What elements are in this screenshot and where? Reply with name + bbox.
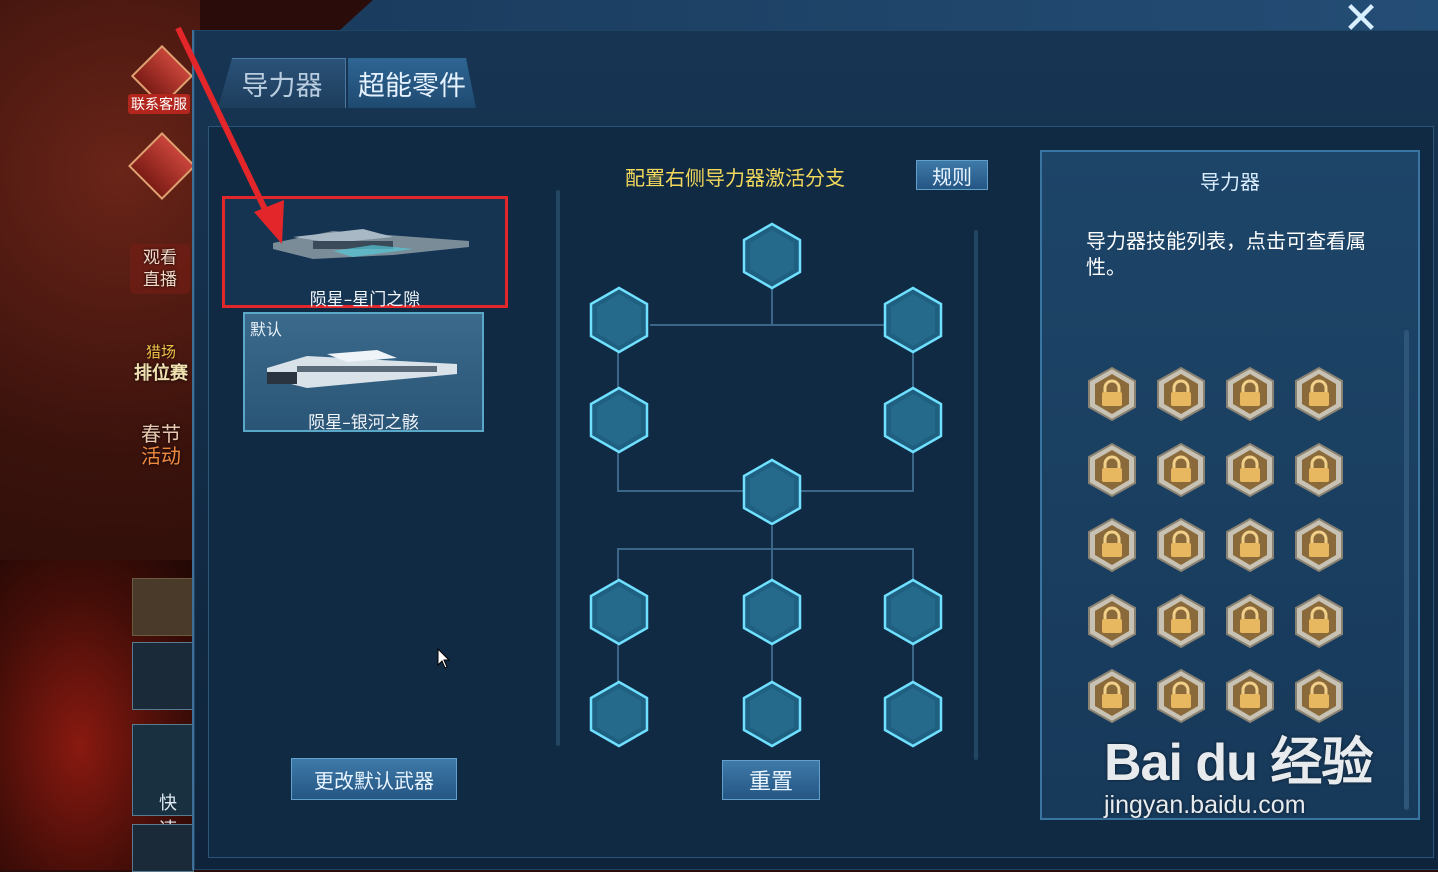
rules-button[interactable]: 规则 [916, 160, 988, 190]
locked-skill-icon[interactable] [1224, 442, 1276, 498]
mouse-cursor-icon [437, 648, 451, 669]
tree-node-bottom-left-1[interactable] [589, 578, 649, 646]
customer-service-label[interactable]: 联系客服 [128, 94, 190, 114]
locked-skill-icon[interactable] [1155, 366, 1207, 422]
spring-event-button[interactable]: 春节 活动 [126, 420, 196, 470]
connector [650, 324, 886, 326]
ranking-label: 排位赛 [134, 363, 188, 384]
connector [771, 288, 773, 326]
tree-node-left-2[interactable] [589, 386, 649, 454]
locked-skill-icon[interactable] [1224, 593, 1276, 649]
locked-skill-icon[interactable] [1155, 593, 1207, 649]
connector [771, 548, 773, 582]
baidu-watermark: Bai du 经验 jingyan.baidu.com [1104, 720, 1373, 820]
weapon-name: 陨星–星门之隙 [309, 290, 421, 310]
locked-skill-icon[interactable] [1086, 366, 1138, 422]
locked-skill-icon[interactable] [1293, 442, 1345, 498]
locked-skill-icon[interactable] [1086, 668, 1138, 724]
connector [617, 452, 619, 492]
tree-node-top[interactable] [742, 222, 802, 290]
tree-node-right-2[interactable] [883, 386, 943, 454]
ranking-button[interactable]: 猎场 排位赛 [126, 336, 196, 390]
backpack-icon[interactable] [132, 578, 194, 636]
locked-skill-icon[interactable] [1224, 668, 1276, 724]
watermark-logo: Bai du 经验 [1104, 734, 1373, 792]
side-weapon-thumb[interactable] [132, 642, 194, 710]
spring-event-top-label: 春节 [141, 422, 181, 446]
locked-skill-icon[interactable] [1086, 442, 1138, 498]
tree-left-divider [556, 190, 560, 746]
watch-live-button[interactable]: 观看直播 [130, 244, 190, 294]
connector [912, 644, 914, 682]
tree-node-bottom-right-1[interactable] [883, 578, 943, 646]
locked-skill-icon[interactable] [1155, 517, 1207, 573]
locked-skill-icon[interactable] [1155, 668, 1207, 724]
tree-title: 配置右侧导力器激活分支 [625, 166, 845, 190]
skills-description: 导力器技能列表，点击可查看属性。 [1086, 229, 1366, 279]
tree-node-bottom-mid-1[interactable] [742, 578, 802, 646]
side-bottom-thumb[interactable] [132, 824, 194, 872]
connector [912, 452, 914, 492]
connector [617, 548, 619, 582]
change-default-weapon-button[interactable]: 更改默认武器 [291, 758, 457, 800]
locked-skill-icon[interactable] [1293, 517, 1345, 573]
ranking-top-label: 猎场 [145, 343, 176, 361]
skills-scrollbar[interactable] [1404, 330, 1409, 810]
reset-button[interactable]: 重置 [722, 760, 820, 800]
watch-live-label: 观看直播 [143, 248, 177, 290]
connector [617, 490, 743, 492]
tree-node-bottom-right-2[interactable] [883, 680, 943, 748]
quick-match-button[interactable]: 快速 [132, 724, 194, 840]
connector [771, 644, 773, 682]
tab-super-parts[interactable]: 超能零件 [348, 58, 476, 108]
panel-top-decoration [340, 0, 1438, 30]
locked-skill-icon[interactable] [1155, 442, 1207, 498]
tree-node-right-1[interactable] [883, 286, 943, 354]
locked-skill-icon[interactable] [1293, 593, 1345, 649]
connector [617, 644, 619, 682]
locked-skill-icon[interactable] [1086, 593, 1138, 649]
locked-skill-icon[interactable] [1086, 517, 1138, 573]
connector [617, 350, 619, 390]
tab-guide-device[interactable]: 导力器 [218, 58, 346, 108]
skills-title: 导力器 [1200, 170, 1260, 194]
spring-event-bottom-label: 活动 [141, 444, 181, 468]
connector [912, 350, 914, 390]
locked-skill-icon[interactable] [1293, 668, 1345, 724]
locked-skill-icon[interactable] [1224, 366, 1276, 422]
connector [800, 490, 914, 492]
connector [771, 526, 773, 548]
watermark-url: jingyan.baidu.com [1104, 791, 1306, 819]
ship-image [273, 223, 473, 267]
connector [617, 548, 914, 550]
weapon-card-galaxy[interactable]: 默认 陨星–银河之骸 [243, 312, 484, 433]
tree-node-bottom-mid-2[interactable] [742, 680, 802, 748]
tree-node-left-1[interactable] [589, 286, 649, 354]
weapon-card-stargate[interactable]: 陨星–星门之隙 [222, 196, 508, 310]
tree-node-center[interactable] [742, 458, 802, 526]
tree-node-bottom-left-2[interactable] [589, 680, 649, 748]
close-button[interactable]: ✕ [1338, 0, 1384, 41]
connector [912, 548, 914, 582]
locked-skill-icon[interactable] [1224, 517, 1276, 573]
default-tag: 默认 [250, 320, 283, 339]
weapon-name: 陨星–银河之骸 [308, 413, 419, 433]
tree-right-divider [974, 230, 978, 760]
locked-skill-icon[interactable] [1293, 366, 1345, 422]
ship-image [267, 346, 463, 396]
